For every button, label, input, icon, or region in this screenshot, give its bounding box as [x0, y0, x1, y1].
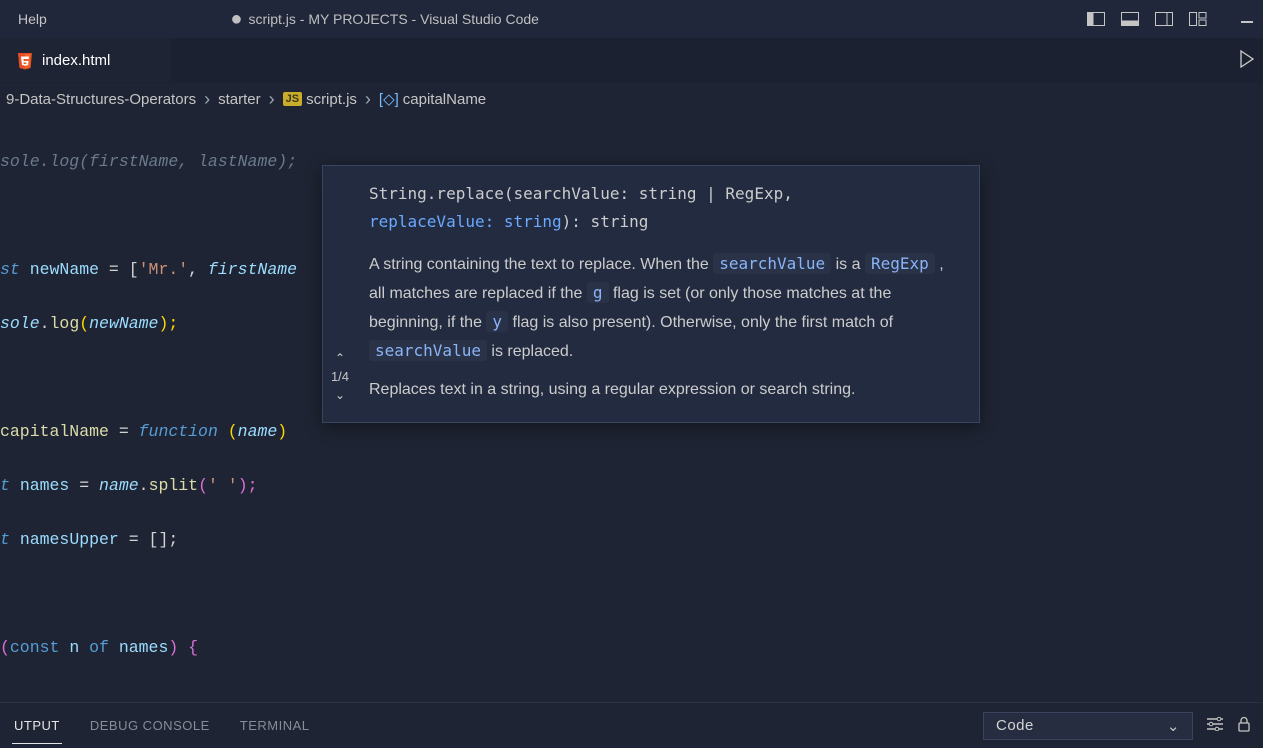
- customize-layout-icon[interactable]: [1189, 10, 1207, 28]
- chevron-right-icon: ›: [200, 89, 214, 110]
- window-title: ● script.js - MY PROJECTS - Visual Studi…: [230, 9, 539, 29]
- signature-nav: ⌃ 1/4 ⌄: [323, 166, 357, 422]
- js-file-icon: JS: [283, 92, 302, 106]
- parameter-hints-popup: ⌃ 1/4 ⌄ String.replace(searchValue: stri…: [322, 165, 980, 423]
- panel-tab-terminal[interactable]: TERMINAL: [238, 708, 312, 743]
- output-channel-label: Code: [996, 717, 1034, 734]
- breadcrumb[interactable]: 9-Data-Structures-Operators › starter › …: [0, 83, 1263, 115]
- panel-tab-debug-console[interactable]: DEBUG CONSOLE: [88, 708, 212, 743]
- tab-label: index.html: [42, 52, 110, 69]
- symbol-variable-icon: [◇]: [379, 90, 399, 108]
- crumb-file[interactable]: JS script.js: [283, 91, 357, 108]
- lock-icon[interactable]: [1237, 716, 1251, 735]
- crumb-subfolder[interactable]: starter: [218, 91, 261, 108]
- panel-tab-output[interactable]: UTPUT: [12, 708, 62, 744]
- window-title-text: script.js - MY PROJECTS - Visual Studio …: [248, 11, 538, 27]
- signature-body: String.replace(searchValue: string | Reg…: [357, 166, 979, 422]
- signature-prev-icon[interactable]: ⌃: [335, 351, 345, 365]
- dirty-indicator-dot: ●: [230, 9, 242, 29]
- tab-index-html[interactable]: index.html: [0, 38, 170, 82]
- chevron-down-icon: ⌄: [1167, 717, 1180, 735]
- signature-text: String.replace(searchValue: string | Reg…: [369, 180, 963, 236]
- toggle-panel-icon[interactable]: [1121, 10, 1139, 28]
- chevron-right-icon: ›: [265, 89, 279, 110]
- crumb-symbol[interactable]: [◇] capitalName: [379, 90, 486, 108]
- chevron-right-icon: ›: [361, 89, 375, 110]
- menu-help[interactable]: Help: [8, 7, 57, 31]
- run-file-icon[interactable]: [1239, 50, 1255, 73]
- titlebar: Help ● script.js - MY PROJECTS - Visual …: [0, 0, 1263, 38]
- code-line[interactable]: [0, 580, 1263, 607]
- crumb-symbol-label: capitalName: [403, 91, 486, 108]
- editor-tabs: index.html: [0, 38, 1263, 83]
- output-channel-select[interactable]: Code ⌄: [983, 712, 1193, 740]
- toggle-secondary-sidebar-icon[interactable]: [1155, 10, 1173, 28]
- signature-next-icon[interactable]: ⌄: [335, 388, 345, 402]
- panel-bar: UTPUT DEBUG CONSOLE TERMINAL Code ⌄: [0, 702, 1263, 748]
- crumb-folder[interactable]: 9-Data-Structures-Operators: [6, 91, 196, 108]
- toggle-sidebar-icon[interactable]: [1087, 10, 1105, 28]
- signature-doc: A string containing the text to replace.…: [369, 250, 963, 404]
- code-line[interactable]: t names = name.split(' ');: [0, 472, 1263, 499]
- signature-index: 1/4: [331, 369, 349, 384]
- html-file-icon: [16, 52, 34, 70]
- code-line[interactable]: (const n of names) {: [0, 634, 1263, 661]
- minimize-window-icon[interactable]: [1223, 15, 1253, 23]
- filter-icon[interactable]: [1207, 717, 1223, 734]
- code-line[interactable]: t namesUpper = [];: [0, 526, 1263, 553]
- crumb-file-label: script.js: [306, 91, 357, 108]
- layout-icons: [1087, 10, 1253, 28]
